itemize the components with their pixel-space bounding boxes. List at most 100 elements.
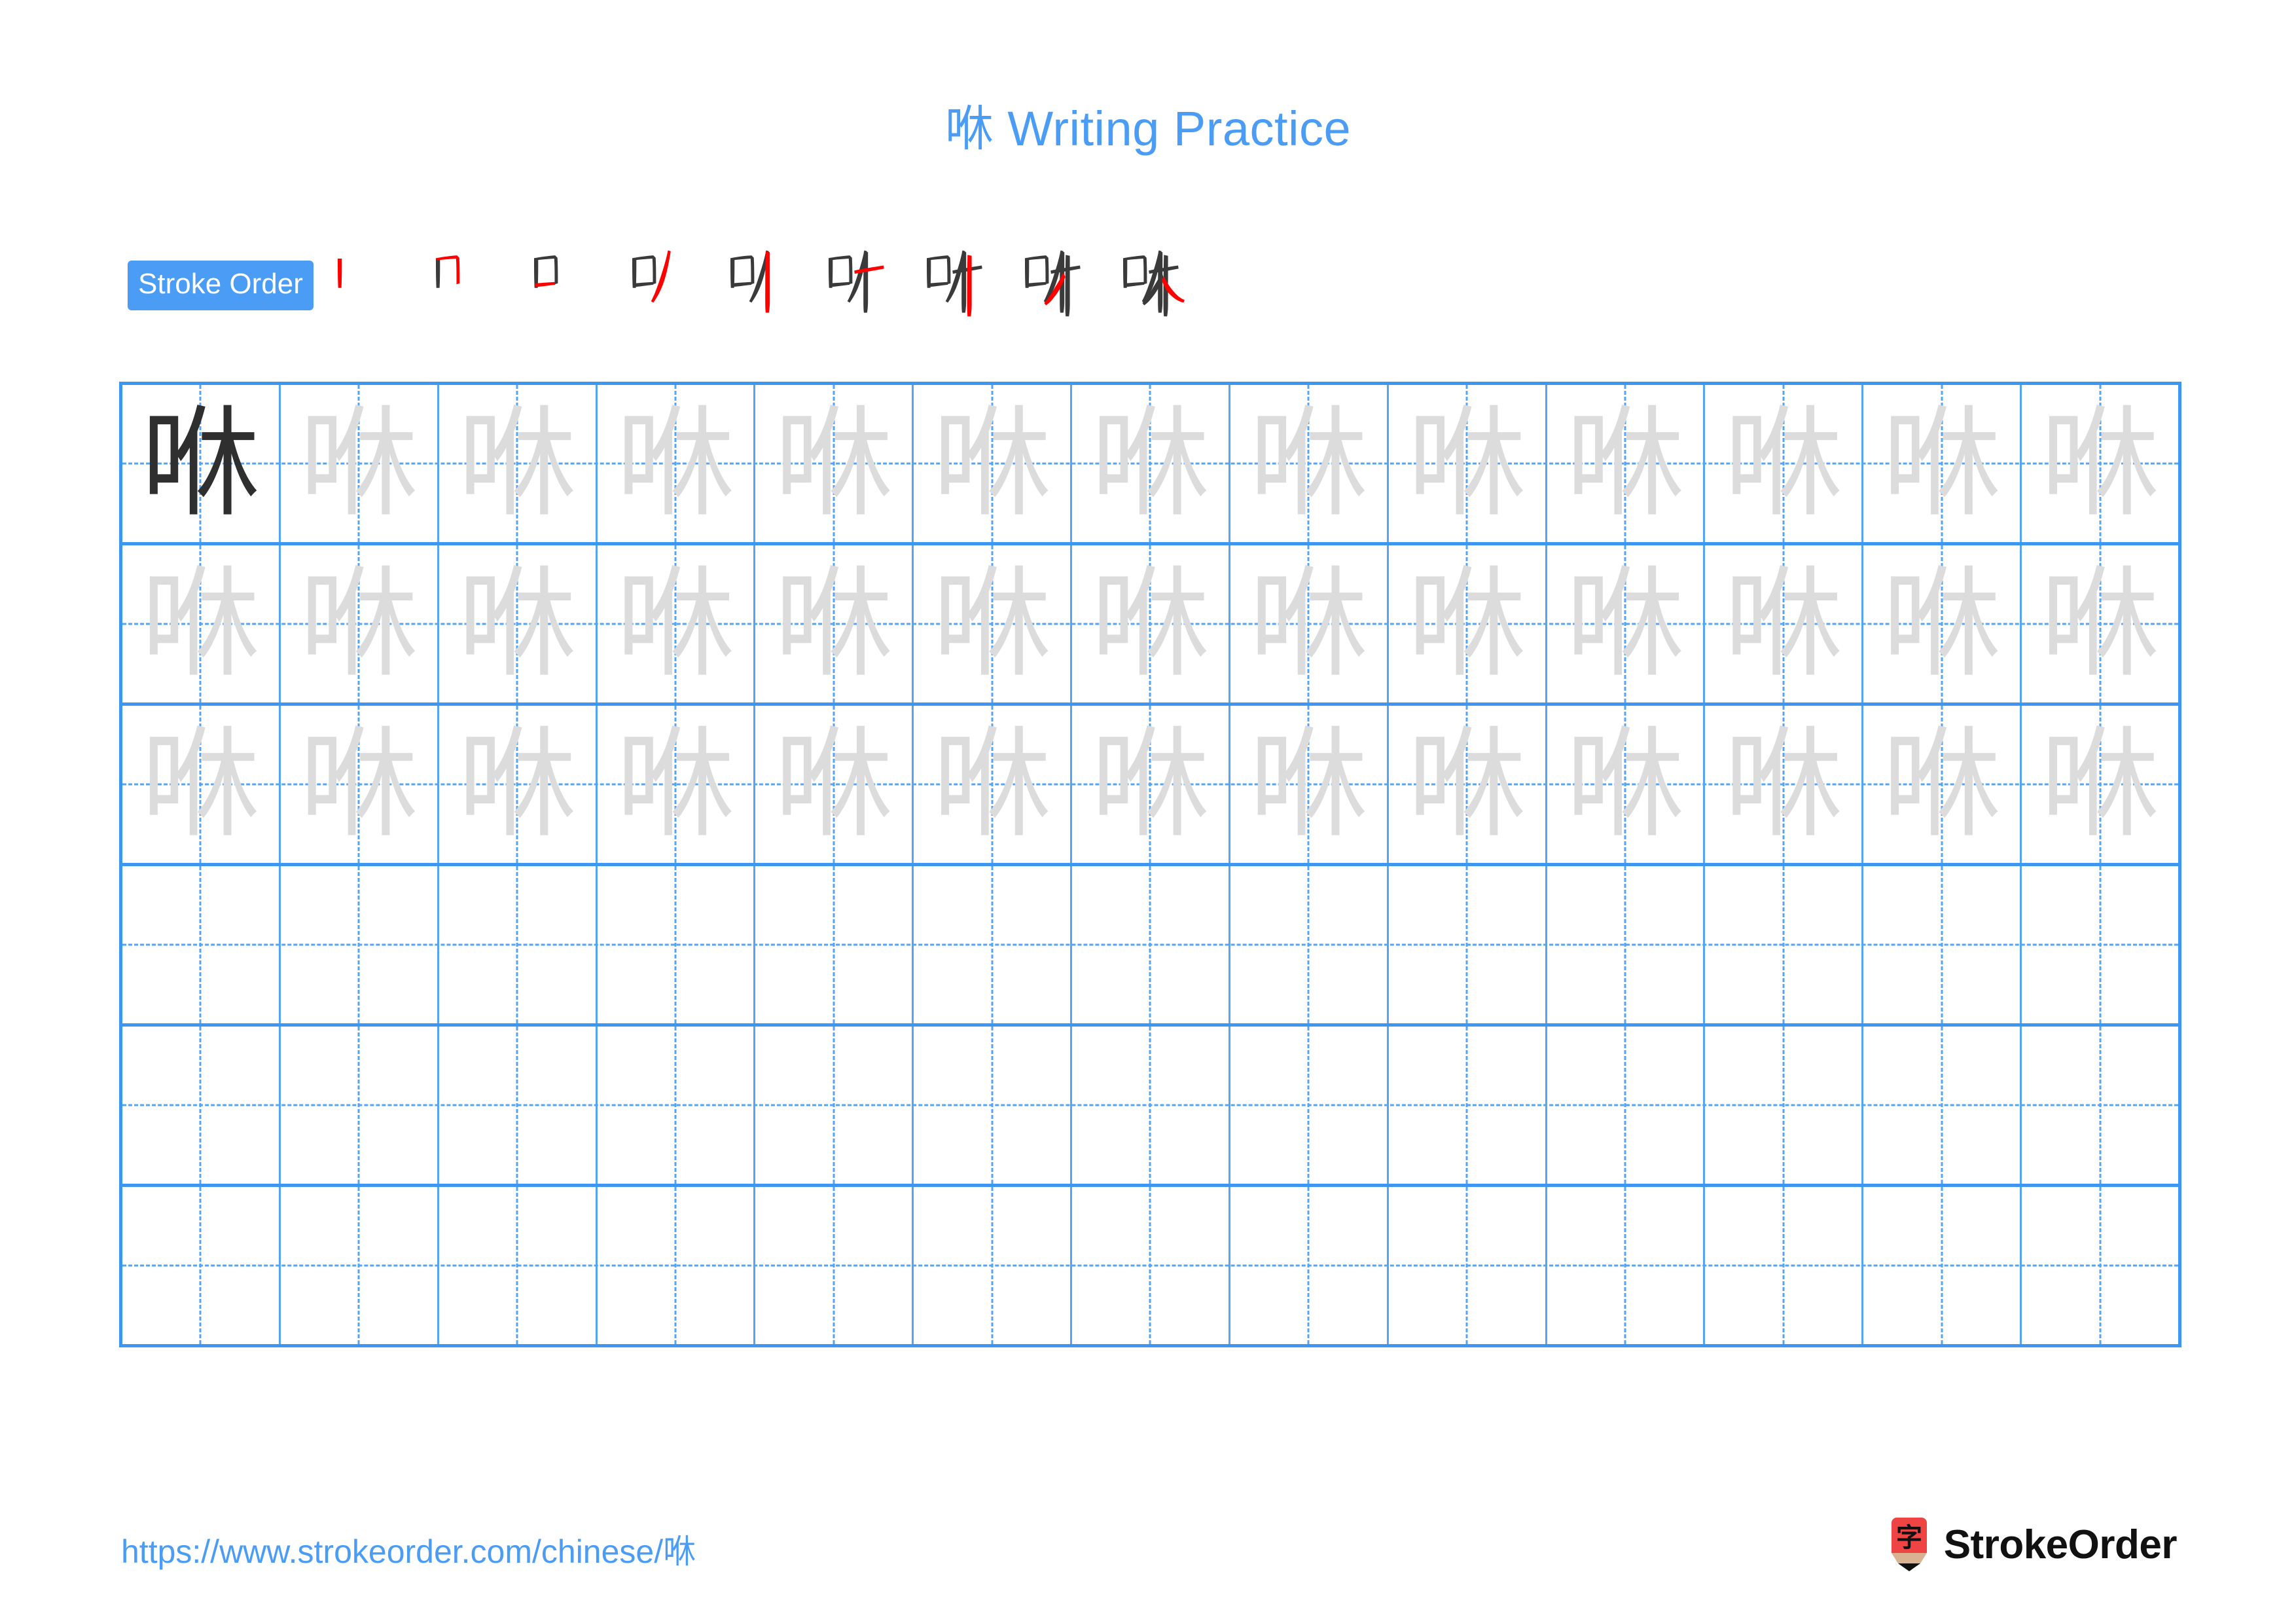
practice-cell-r2-c12[interactable]: 咻 xyxy=(1863,545,2022,702)
practice-cell-r2-c7[interactable]: 咻 xyxy=(1072,545,1230,702)
practice-cell-r2-c11[interactable]: 咻 xyxy=(1705,545,1864,702)
practice-grid-row: 咻咻咻咻咻咻咻咻咻咻咻咻咻 xyxy=(122,385,2178,545)
practice-cell-r3-c12[interactable]: 咻 xyxy=(1863,706,2022,863)
practice-cell-r6-c10[interactable] xyxy=(1547,1187,1706,1344)
practice-cell-r1-c2[interactable]: 咻 xyxy=(281,385,439,542)
stroke-order-step-9 xyxy=(1102,231,1200,323)
practice-cell-r6-c13[interactable] xyxy=(2022,1187,2178,1344)
practice-cell-r6-c6[interactable] xyxy=(914,1187,1073,1344)
source-url-link[interactable]: https://www.strokeorder.com/chinese/咻 xyxy=(121,1525,696,1573)
practice-cell-r5-c7[interactable] xyxy=(1072,1027,1230,1184)
practice-grid-row xyxy=(122,1027,2178,1187)
trace-character: 咻 xyxy=(1249,555,1369,693)
trace-character: 咻 xyxy=(2040,394,2160,533)
practice-cell-r5-c12[interactable] xyxy=(1863,1027,2022,1184)
practice-cell-r4-c4[interactable] xyxy=(598,866,756,1023)
practice-cell-r4-c3[interactable] xyxy=(439,866,598,1023)
practice-cell-r3-c3[interactable]: 咻 xyxy=(439,706,598,863)
practice-cell-r4-c9[interactable] xyxy=(1389,866,1547,1023)
practice-cell-r6-c7[interactable] xyxy=(1072,1187,1230,1344)
practice-cell-r4-c5[interactable] xyxy=(755,866,914,1023)
practice-cell-r5-c10[interactable] xyxy=(1547,1027,1706,1184)
practice-cell-r3-c5[interactable]: 咻 xyxy=(755,706,914,863)
practice-cell-r3-c13[interactable]: 咻 xyxy=(2022,706,2178,863)
practice-cell-r1-c1[interactable]: 咻 xyxy=(122,385,281,542)
practice-cell-r5-c6[interactable] xyxy=(914,1027,1073,1184)
practice-cell-r5-c4[interactable] xyxy=(598,1027,756,1184)
practice-cell-r2-c4[interactable]: 咻 xyxy=(598,545,756,702)
practice-grid-row xyxy=(122,866,2178,1027)
practice-cell-r3-c10[interactable]: 咻 xyxy=(1547,706,1706,863)
practice-cell-r2-c8[interactable]: 咻 xyxy=(1230,545,1389,702)
practice-cell-r4-c2[interactable] xyxy=(281,866,439,1023)
practice-cell-r1-c6[interactable]: 咻 xyxy=(914,385,1073,542)
practice-cell-r1-c8[interactable]: 咻 xyxy=(1230,385,1389,542)
practice-cell-r3-c7[interactable]: 咻 xyxy=(1072,706,1230,863)
practice-cell-r5-c2[interactable] xyxy=(281,1027,439,1184)
practice-cell-r6-c4[interactable] xyxy=(598,1187,756,1344)
practice-cell-r1-c10[interactable]: 咻 xyxy=(1547,385,1706,542)
practice-cell-r6-c5[interactable] xyxy=(755,1187,914,1344)
practice-cell-r2-c5[interactable]: 咻 xyxy=(755,545,914,702)
practice-cell-r5-c11[interactable] xyxy=(1705,1027,1864,1184)
practice-cell-r2-c2[interactable]: 咻 xyxy=(281,545,439,702)
trace-character: 咻 xyxy=(1723,555,1843,693)
practice-cell-r1-c13[interactable]: 咻 xyxy=(2022,385,2178,542)
practice-cell-r1-c5[interactable]: 咻 xyxy=(755,385,914,542)
practice-cell-r6-c2[interactable] xyxy=(281,1187,439,1344)
practice-cell-r5-c9[interactable] xyxy=(1389,1027,1547,1184)
brand-name: StrokeOrder xyxy=(1943,1522,2178,1567)
practice-cell-r6-c8[interactable] xyxy=(1230,1187,1389,1344)
practice-cell-r6-c3[interactable] xyxy=(439,1187,598,1344)
practice-cell-r3-c11[interactable]: 咻 xyxy=(1705,706,1864,863)
practice-cell-r2-c10[interactable]: 咻 xyxy=(1547,545,1706,702)
practice-cell-r2-c13[interactable]: 咻 xyxy=(2022,545,2178,702)
practice-cell-r5-c3[interactable] xyxy=(439,1027,598,1184)
practice-cell-r5-c5[interactable] xyxy=(755,1027,914,1184)
practice-cell-r1-c3[interactable]: 咻 xyxy=(439,385,598,542)
stroke-order-step-8 xyxy=(1003,231,1102,323)
practice-cell-r3-c8[interactable]: 咻 xyxy=(1230,706,1389,863)
practice-cell-r1-c12[interactable]: 咻 xyxy=(1863,385,2022,542)
practice-cell-r4-c1[interactable] xyxy=(122,866,281,1023)
practice-cell-r6-c12[interactable] xyxy=(1863,1187,2022,1344)
practice-cell-r5-c1[interactable] xyxy=(122,1027,281,1184)
practice-cell-r5-c13[interactable] xyxy=(2022,1027,2178,1184)
pencil-logo-icon: 字 xyxy=(1888,1518,1931,1571)
trace-character: 咻 xyxy=(615,715,735,854)
practice-cell-r4-c6[interactable] xyxy=(914,866,1073,1023)
practice-cell-r3-c9[interactable]: 咻 xyxy=(1389,706,1547,863)
practice-cell-r5-c8[interactable] xyxy=(1230,1027,1389,1184)
practice-cell-r4-c7[interactable] xyxy=(1072,866,1230,1023)
stroke-path xyxy=(961,251,967,313)
practice-cell-r3-c6[interactable]: 咻 xyxy=(914,706,1073,863)
practice-cell-r4-c8[interactable] xyxy=(1230,866,1389,1023)
trace-character: 咻 xyxy=(1249,715,1369,854)
practice-cell-r2-c9[interactable]: 咻 xyxy=(1389,545,1547,702)
trace-character: 咻 xyxy=(1566,715,1685,854)
practice-cell-r6-c1[interactable] xyxy=(122,1187,281,1344)
practice-cell-r4-c10[interactable] xyxy=(1547,866,1706,1023)
trace-character: 咻 xyxy=(932,555,1052,693)
practice-cell-r1-c11[interactable]: 咻 xyxy=(1705,385,1864,542)
page-title: 咻 Writing Practice xyxy=(944,101,1352,156)
practice-cell-r4-c11[interactable] xyxy=(1705,866,1864,1023)
practice-cell-r3-c1[interactable]: 咻 xyxy=(122,706,281,863)
practice-cell-r4-c12[interactable] xyxy=(1863,866,2022,1023)
practice-cell-r3-c2[interactable]: 咻 xyxy=(281,706,439,863)
stroke-path xyxy=(731,282,752,287)
trace-character: 咻 xyxy=(615,394,735,533)
practice-cell-r3-c4[interactable]: 咻 xyxy=(598,706,756,863)
trace-character: 咻 xyxy=(1407,394,1527,533)
practice-cell-r6-c9[interactable] xyxy=(1389,1187,1547,1344)
practice-cell-r1-c9[interactable]: 咻 xyxy=(1389,385,1547,542)
practice-cell-r1-c7[interactable]: 咻 xyxy=(1072,385,1230,542)
practice-cell-r2-c6[interactable]: 咻 xyxy=(914,545,1073,702)
trace-character: 咻 xyxy=(457,715,577,854)
practice-cell-r4-c13[interactable] xyxy=(2022,866,2178,1023)
practice-cell-r2-c1[interactable]: 咻 xyxy=(122,545,281,702)
practice-cell-r6-c11[interactable] xyxy=(1705,1187,1864,1344)
practice-cell-r1-c4[interactable]: 咻 xyxy=(598,385,756,542)
practice-cell-r2-c3[interactable]: 咻 xyxy=(439,545,598,702)
trace-character: 咻 xyxy=(615,555,735,693)
